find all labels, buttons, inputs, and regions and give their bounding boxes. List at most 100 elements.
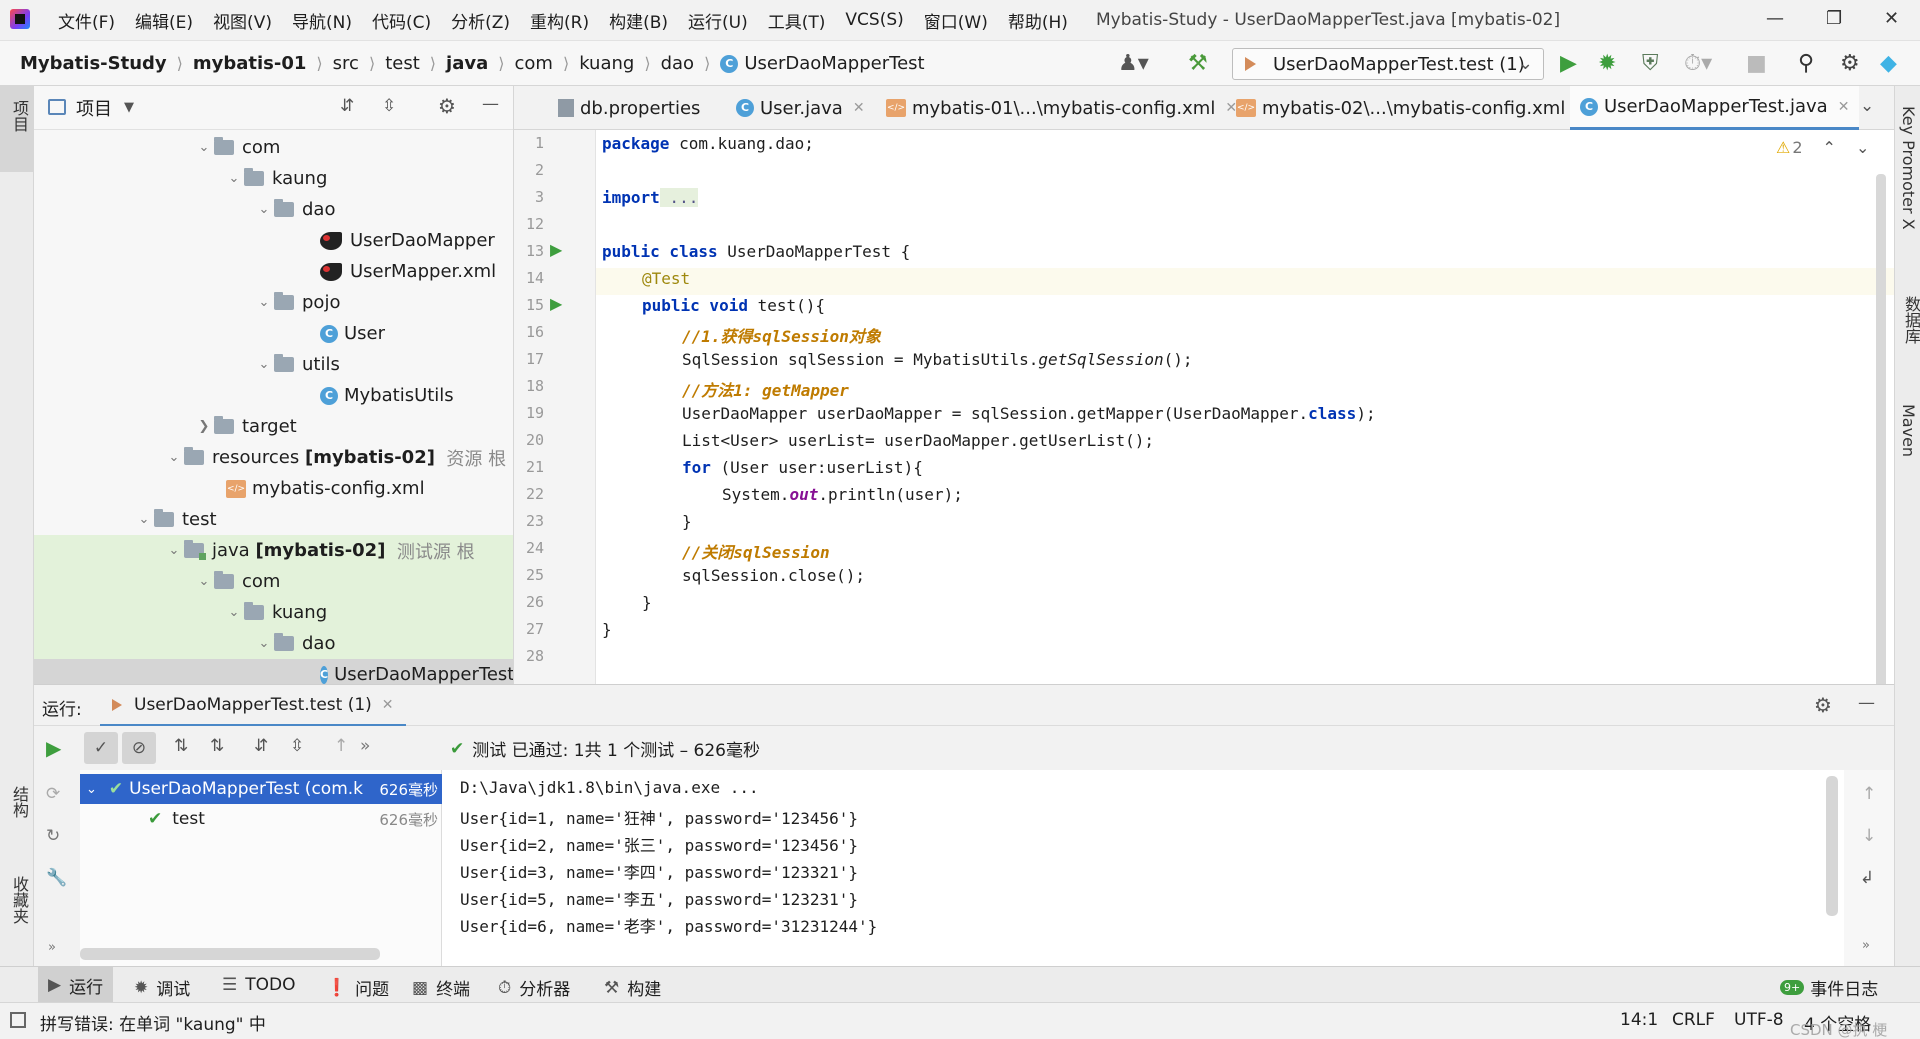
run-icon[interactable]: ▶ [1560,51,1577,76]
menu-help[interactable]: 帮助(H) [998,8,1078,33]
code-editor[interactable]: package com.kuang.dao; import ... public… [596,130,1894,684]
wrench-icon[interactable]: 🔧 [46,868,67,888]
project-tool-button[interactable]: 项目 [0,86,34,172]
tree-node-target[interactable]: ❯ target [194,411,297,442]
rerun-icon[interactable]: ▶ [46,736,61,760]
close-tab-icon[interactable]: ✕ [1838,99,1850,115]
console-output[interactable]: D:\Java\jdk1.8\bin\java.exe ... User{id=… [442,770,1844,966]
inspection-widget[interactable]: ⚠ 2 ⌃ ⌄ [1776,138,1869,157]
tree-node-test-kuang[interactable]: ⌄ kuang [34,597,513,628]
tree-node-test-java[interactable]: ⌄ java [mybatis-02] 测试源 根 [34,535,513,566]
run-tab[interactable]: UserDaoMapperTest.test (1) ✕ [100,685,406,727]
tree-node-dao[interactable]: ⌄ dao [254,194,335,225]
tree-node-mybatis-config[interactable]: </> mybatis-config.xml [226,473,425,504]
user-icon[interactable]: ♟▾ [1118,51,1149,76]
arrow-up-icon[interactable]: ↑ [334,736,348,756]
show-passed-icon[interactable]: ✓ [84,732,118,764]
arrow-down-icon[interactable]: ↓ [1862,826,1876,846]
console-scrollbar[interactable] [1826,776,1838,916]
sort-alpha-icon[interactable]: ⇅ [174,736,188,756]
run-configuration-select[interactable]: UserDaoMapperTest.test (1) ⌄ [1232,48,1544,80]
tool-build[interactable]: ⚒ 构建 [604,975,661,1001]
breadcrumb-kuang[interactable]: kuang [579,53,634,74]
more-icon[interactable]: » [360,736,370,756]
tree-node-test[interactable]: ⌄ test [134,504,217,535]
tool-event-log[interactable]: 9+ 事件日志 [1780,975,1878,1000]
tab-mybatis01-config[interactable]: </> mybatis-01\...\mybatis-config.xml ✕ [878,86,1245,130]
chevron-down-icon[interactable]: ⌄ [254,636,274,651]
chevron-right-icon[interactable]: ❯ [194,419,214,434]
breadcrumb-module[interactable]: mybatis-01 [193,53,307,74]
project-panel-title[interactable]: 项目 [76,95,112,121]
menu-tools[interactable]: 工具(T) [758,8,836,33]
run-test-gutter-icon[interactable]: ▶ [550,240,562,259]
stop-icon[interactable]: ■ [1746,51,1767,76]
chevron-down-icon[interactable]: ⌄ [224,605,244,620]
chevron-down-icon[interactable]: ⌄ [134,512,154,527]
tool-debug[interactable]: ✹ 调试 [134,975,190,1001]
tree-node-usermapper-xml[interactable]: UserMapper.xml [320,256,496,287]
chevron-down-icon[interactable]: ⌄ [164,543,184,558]
soft-wrap-icon[interactable]: ↲ [1860,868,1874,888]
chevron-down-icon[interactable]: ▼ [124,100,134,115]
debug-icon[interactable]: ✹ [1598,51,1616,76]
tree-node-userdaomappertest[interactable]: C UserDaoMapperTest [34,659,513,684]
breadcrumb-class[interactable]: UserDaoMapperTest [744,53,924,74]
tool-problems[interactable]: ❗ 问题 [326,975,389,1001]
close-icon[interactable]: ✕ [1884,8,1899,29]
test-suite-row[interactable]: ⌄ ✔ UserDaoMapperTest (com.k 626毫秒 [80,774,442,804]
tree-node-resources[interactable]: ⌄ resources [mybatis-02] 资源 根 [164,442,506,473]
menu-window[interactable]: 窗口(W) [914,8,998,33]
coverage-icon[interactable]: ⛨ [1642,51,1659,76]
tool-terminal[interactable]: ▩ 终端 [412,975,470,1001]
collapse-all-icon[interactable]: ⇳ [290,736,304,756]
panel-toggle-icon[interactable] [10,1012,26,1028]
minimize-icon[interactable]: — [1766,8,1784,29]
tab-userdaomappertest[interactable]: C UserDaoMapperTest.java ✕ [1570,86,1860,130]
collapse-all-icon[interactable]: ⇳ [382,96,396,116]
menu-refactor[interactable]: 重构(R) [520,8,599,33]
toggle-auto-test-icon[interactable]: ↻ [46,826,60,846]
breadcrumb-src[interactable]: src [333,53,359,74]
tab-db-properties[interactable]: db.properties [550,86,708,130]
expand-all-icon[interactable]: ⇵ [340,96,354,116]
menu-view[interactable]: 视图(V) [203,8,282,33]
menu-file[interactable]: 文件(F) [48,8,125,33]
tab-user-java[interactable]: C User.java ✕ [728,86,873,130]
hide-panel-icon[interactable]: — [482,94,499,114]
chevron-down-icon[interactable]: ⌄ [194,140,214,155]
tabs-menu-icon[interactable]: ⌄ [1860,96,1874,116]
toolbox-icon[interactable]: ◆ [1880,51,1897,76]
history-icon[interactable]: ⟳ [46,784,60,804]
gear-icon[interactable]: ⚙ [1840,51,1860,76]
menu-build[interactable]: 构建(B) [599,8,678,33]
more-icon[interactable]: » [48,940,56,955]
profiler-icon[interactable]: ⏱▾ [1684,51,1712,76]
menu-edit[interactable]: 编辑(E) [125,8,203,33]
tree-node-kaung[interactable]: ⌄ kaung [224,163,327,194]
favorites-tool-label[interactable]: 收藏夹 [7,876,31,924]
key-promoter-tool[interactable]: Key Promoter X [1899,106,1918,230]
chevron-down-icon[interactable]: ⌄ [86,782,97,797]
tree-node-userdaomapper[interactable]: UserDaoMapper [320,225,495,256]
sort-duration-icon[interactable]: ⇅ [210,736,224,756]
tool-run[interactable]: ▶ 运行 [38,967,114,1003]
structure-tool-label[interactable]: 结构 [7,786,31,818]
menu-analyze[interactable]: 分析(Z) [441,8,520,33]
show-ignored-icon[interactable]: ⊘ [122,732,156,764]
breadcrumb-test[interactable]: test [385,53,420,74]
tree-node-test-dao[interactable]: ⌄ dao [34,628,513,659]
tool-profiler[interactable]: ⏱ 分析器 [498,975,570,1001]
chevron-down-icon[interactable]: ⌄ [254,202,274,217]
line-separator[interactable]: CRLF [1672,1010,1715,1030]
chevron-down-icon[interactable]: ⌄ [254,295,274,310]
menu-vcs[interactable]: VCS(S) [835,10,913,30]
horizontal-scrollbar[interactable] [80,948,380,960]
chevron-down-icon[interactable]: ⌄ [194,574,214,589]
hide-panel-icon[interactable]: — [1858,693,1875,713]
arrow-up-icon[interactable]: ↑ [1862,784,1876,804]
run-test-gutter-icon[interactable]: ▶ [550,294,562,313]
tree-node-pojo[interactable]: ⌄ pojo [254,287,340,318]
test-case-row[interactable]: ✔ test 626毫秒 [80,804,442,834]
tree-node-test-com[interactable]: ⌄ com [34,566,513,597]
